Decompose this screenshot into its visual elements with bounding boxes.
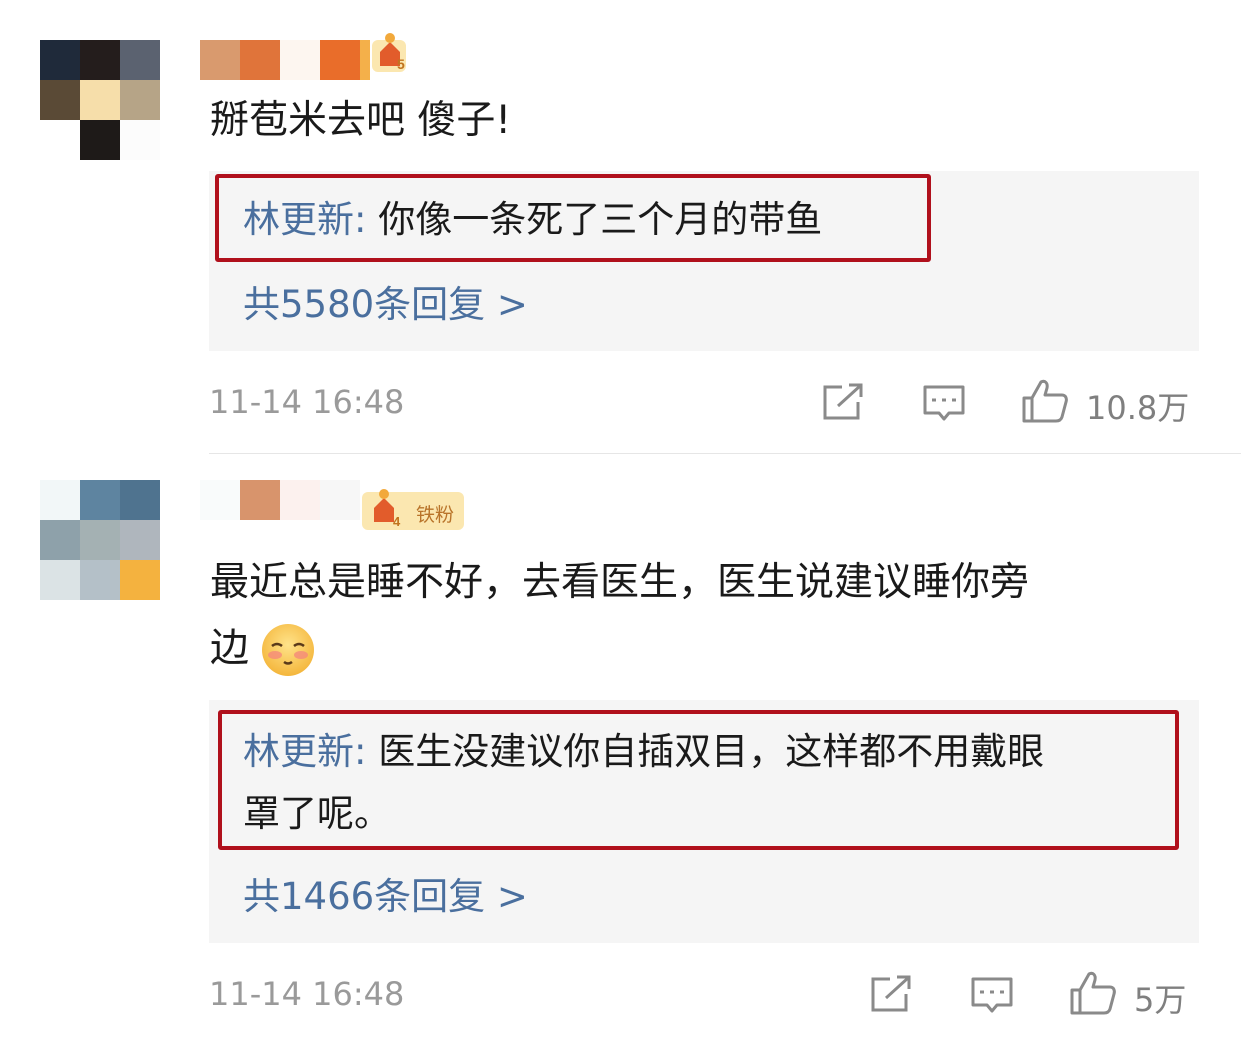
share-icon[interactable] <box>820 382 866 422</box>
reply-text: 医生没建议你自插双目，这样都不用戴眼 <box>378 730 1045 773</box>
comment-text: 掰苞米去吧 傻子! <box>210 98 512 143</box>
username[interactable] <box>200 40 370 80</box>
more-replies-link[interactable]: 共5580条回复 > <box>243 274 528 328</box>
like-count: 10.8万 <box>1086 389 1190 427</box>
like-icon[interactable] <box>1069 970 1117 1016</box>
separator <box>209 453 1241 454</box>
reply-author[interactable]: 林更新 <box>243 730 354 773</box>
reply-author[interactable]: 林更新 <box>243 198 354 241</box>
username[interactable] <box>200 480 360 520</box>
reply-text: 你像一条死了三个月的带鱼 <box>378 198 823 241</box>
badge-label: 铁粉 <box>416 504 455 526</box>
reply-line: 罩了呢。 <box>243 792 391 835</box>
comment-time: 11-14 16:48 <box>209 975 405 1013</box>
share-icon[interactable] <box>868 974 914 1014</box>
avatar[interactable] <box>40 40 160 160</box>
comment-text-line: 边 <box>210 626 250 671</box>
like-count: 5万 <box>1134 981 1187 1019</box>
reply-separator: : <box>354 730 367 773</box>
avatar[interactable] <box>40 480 160 600</box>
comment-time: 11-14 16:48 <box>209 383 405 421</box>
fan-level-badge: 5 <box>372 33 406 72</box>
shy-face-emoji <box>262 624 314 676</box>
badge-level: 4 <box>393 514 401 529</box>
comment-text-line: 最近总是睡不好，去看医生，医生说建议睡你旁 <box>210 560 1030 605</box>
comment-icon[interactable] <box>970 975 1014 1015</box>
reply-line: 林更新: 医生没建议你自插双目，这样都不用戴眼 <box>243 722 1044 782</box>
like-icon[interactable] <box>1021 378 1069 424</box>
more-replies-link[interactable]: 共1466条回复 > <box>243 866 528 920</box>
comment-icon[interactable] <box>922 383 966 423</box>
reply-line: 林更新: 你像一条死了三个月的带鱼 <box>243 190 822 250</box>
reply-separator: : <box>354 198 367 241</box>
badge-level: 5 <box>397 56 405 72</box>
